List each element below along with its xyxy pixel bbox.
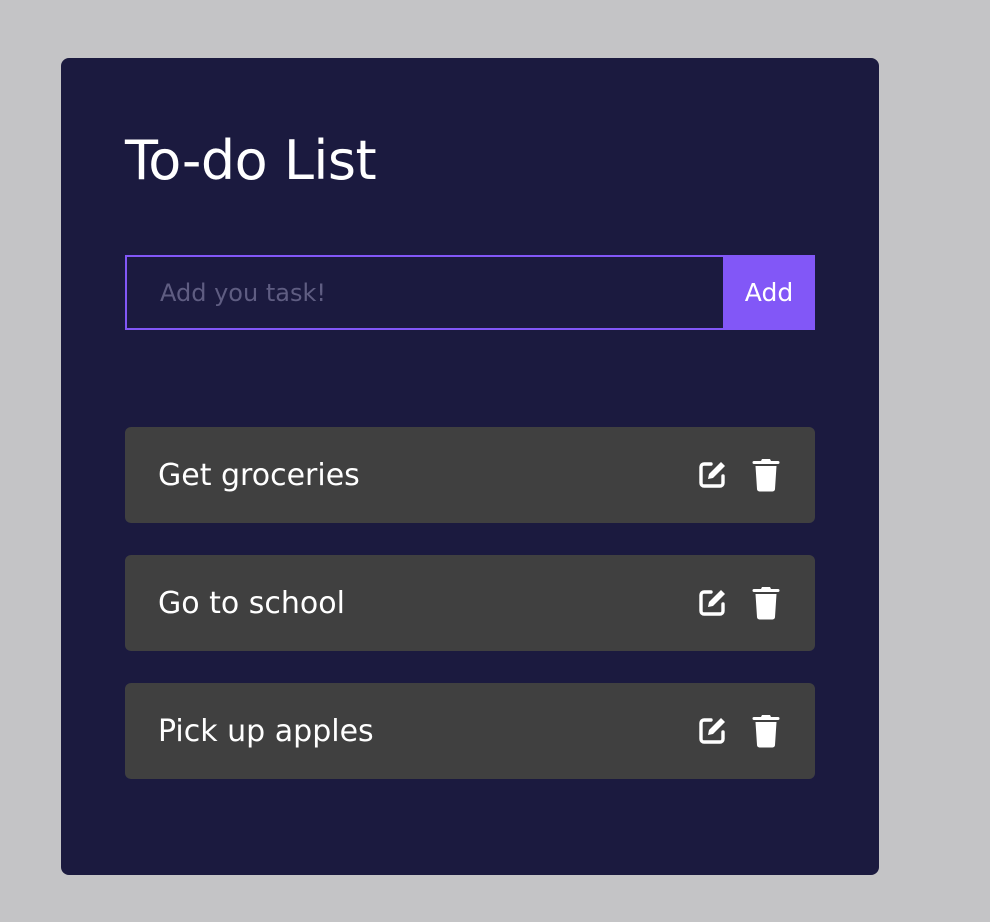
task-text: Go to school bbox=[158, 585, 345, 621]
todo-card: To-do List Add Get groceries Go to schoo… bbox=[61, 58, 879, 875]
task-text: Pick up apples bbox=[158, 713, 374, 749]
trash-icon[interactable] bbox=[749, 586, 783, 620]
trash-icon[interactable] bbox=[749, 714, 783, 748]
add-button[interactable]: Add bbox=[723, 255, 815, 330]
task-item: Go to school bbox=[125, 555, 815, 651]
task-list: Get groceries Go to school Pick up apple… bbox=[125, 427, 815, 811]
edit-icon[interactable] bbox=[695, 586, 729, 620]
edit-icon[interactable] bbox=[695, 458, 729, 492]
page-title: To-do List bbox=[125, 129, 377, 192]
task-text: Get groceries bbox=[158, 457, 360, 493]
add-task-form: Add bbox=[125, 255, 815, 330]
edit-icon[interactable] bbox=[695, 714, 729, 748]
task-input[interactable] bbox=[125, 255, 723, 330]
trash-icon[interactable] bbox=[749, 458, 783, 492]
task-item: Get groceries bbox=[125, 427, 815, 523]
task-item: Pick up apples bbox=[125, 683, 815, 779]
